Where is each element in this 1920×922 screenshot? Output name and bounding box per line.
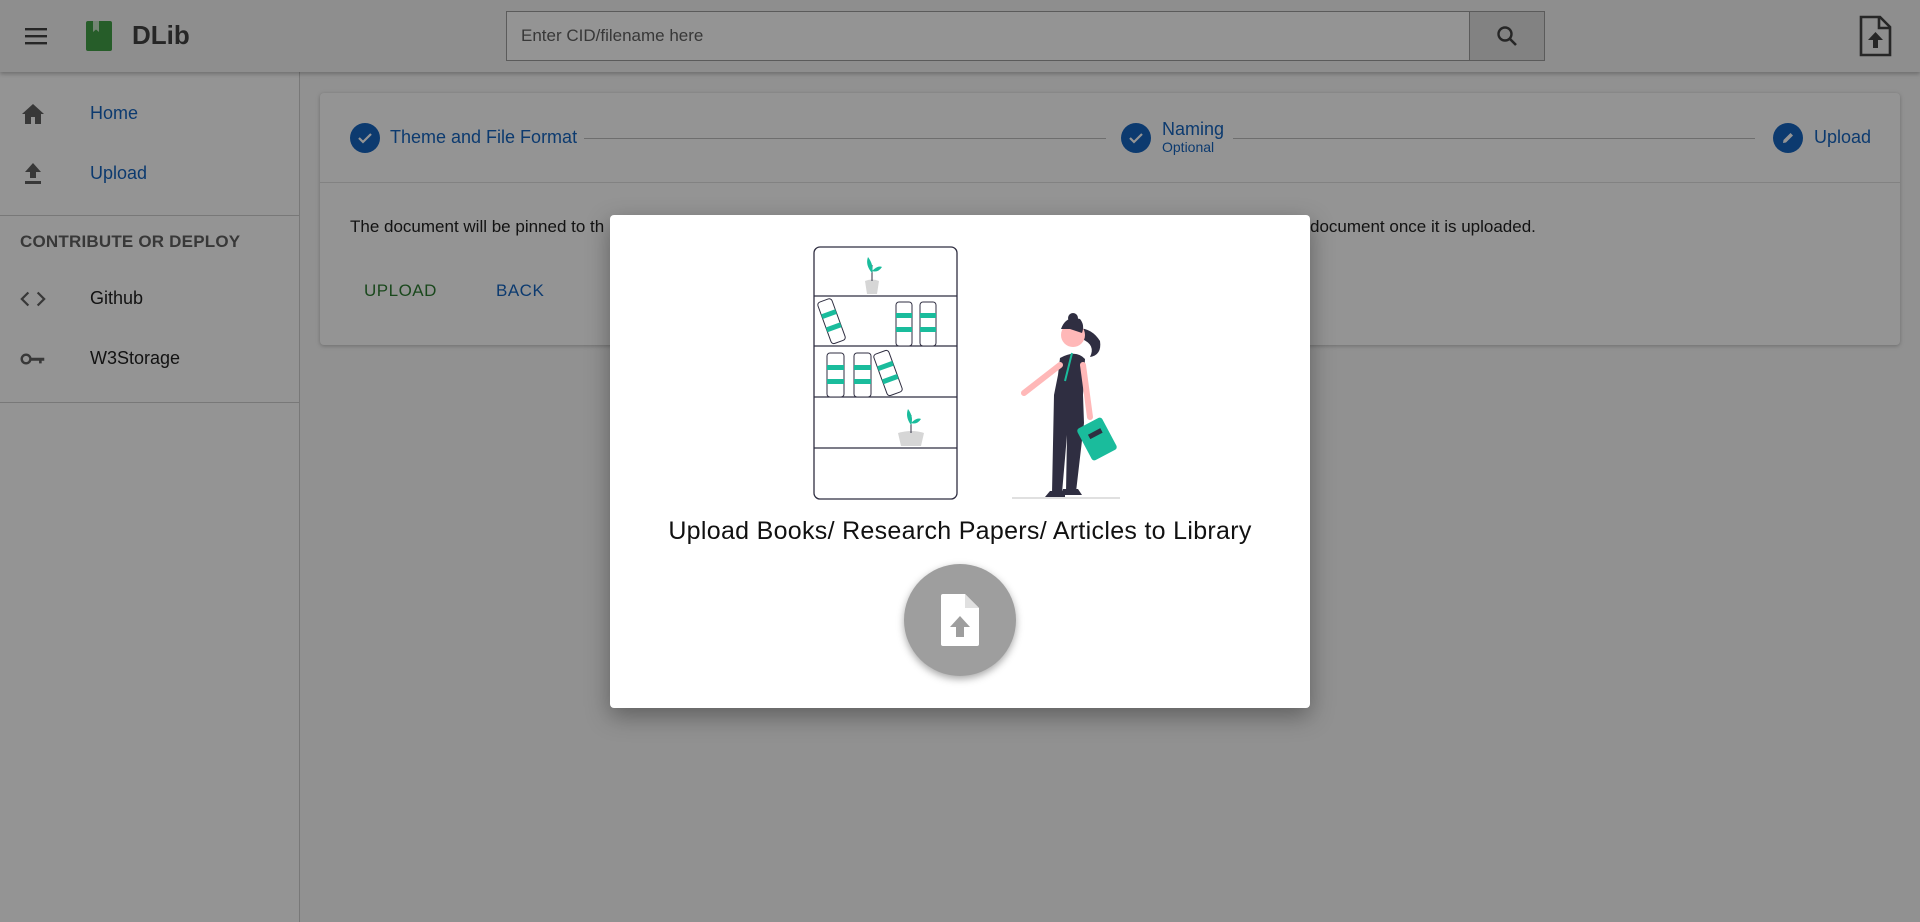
file-upload-icon [941, 594, 979, 646]
library-illustration [813, 246, 1120, 500]
upload-dialog: Upload Books/ Research Papers/ Articles … [610, 215, 1310, 708]
dialog-title: Upload Books/ Research Papers/ Articles … [668, 517, 1252, 545]
file-upload-button[interactable] [904, 564, 1016, 676]
